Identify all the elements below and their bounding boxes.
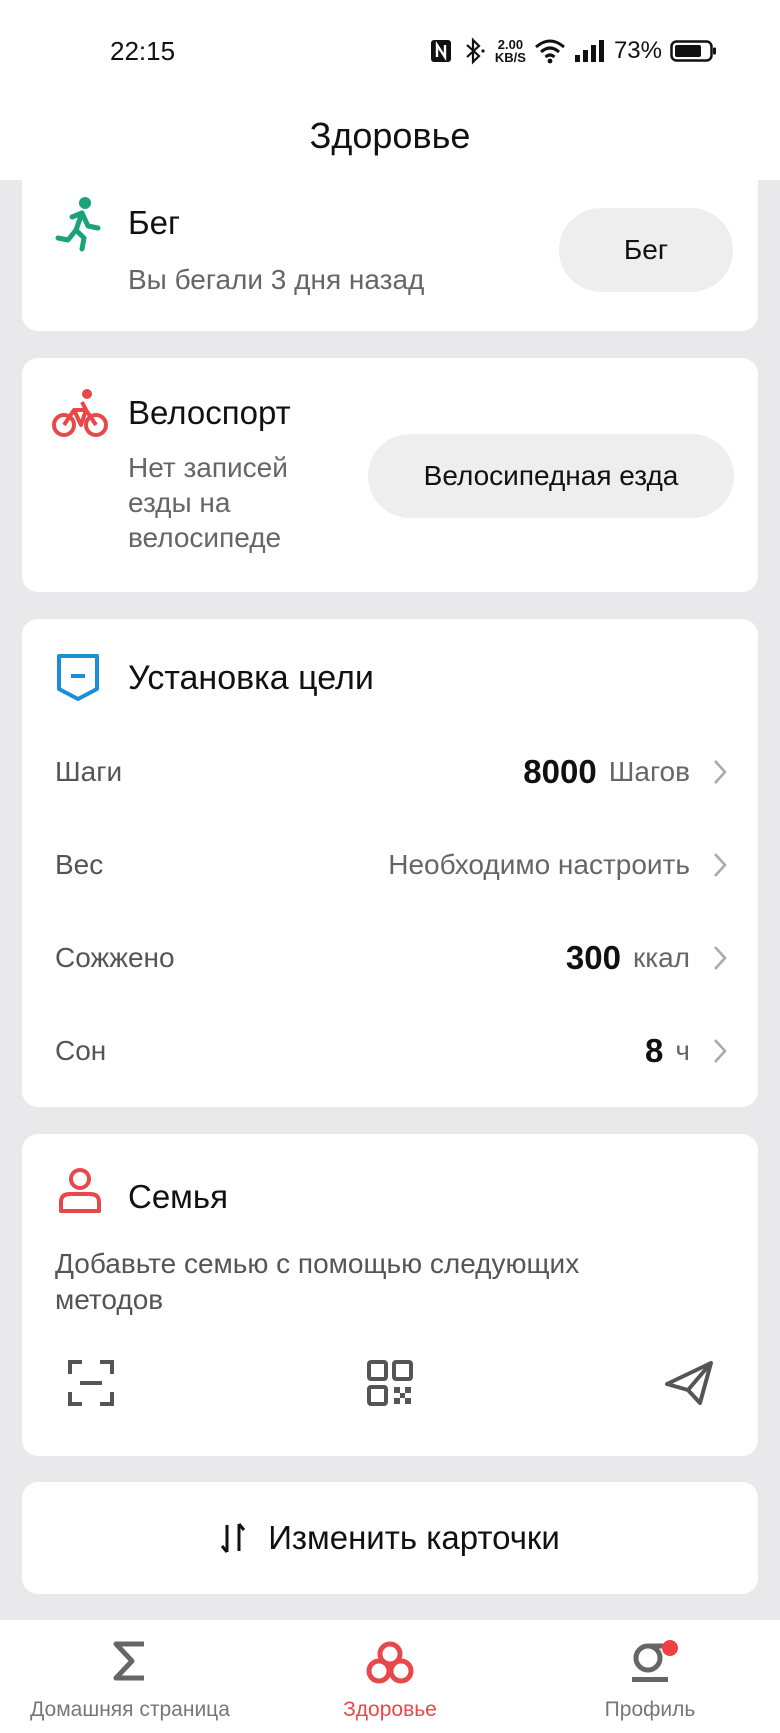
bottom-nav: Домашняя страница Здоровье Профиль: [0, 1620, 780, 1733]
goal-row-calories[interactable]: Сожжено 300 ккал: [22, 923, 758, 993]
nfc-icon: [430, 40, 451, 62]
goal-value-group: Необходимо настроить: [388, 849, 728, 881]
goal-unit: ккал: [632, 942, 690, 973]
goal-value-group: 300 ккал: [566, 939, 728, 977]
net-speed-unit: KB/S: [494, 50, 526, 65]
goal-flag-icon: [57, 654, 99, 701]
page-title: Здоровье: [309, 115, 471, 156]
nav-item-profile[interactable]: Профиль: [520, 1620, 780, 1733]
goal-value: 8: [645, 1032, 664, 1069]
running-card[interactable]: Бег Вы бегали 3 дня назад Бег: [22, 160, 758, 331]
goal-row-steps[interactable]: Шаги 8000 Шагов: [22, 737, 758, 807]
running-person-icon: [55, 197, 101, 252]
chevron-right-icon: [714, 1039, 727, 1063]
sort-arrows-icon: [221, 1523, 246, 1553]
goal-title: Установка цели: [128, 659, 374, 697]
chevron-right-icon: [714, 853, 727, 877]
status-icons: 2.00 KB/S 73%: [429, 34, 718, 68]
goal-row-weight[interactable]: Вес Необходимо настроить: [22, 830, 758, 900]
status-bar: 22:15 2.00 KB/S 73%: [0, 0, 780, 92]
sigma-icon: [113, 1641, 144, 1681]
goal-label: Сон: [55, 1035, 107, 1066]
goal-label: Вес: [55, 849, 104, 880]
cycling-subtitle: Нет записей езды на велосипеде: [128, 452, 288, 553]
edit-cards-button[interactable]: Изменить карточки: [22, 1482, 758, 1594]
profile-icon-wrap: [628, 1640, 678, 1684]
nav-label: Домашняя страница: [30, 1698, 230, 1721]
nav-label: Профиль: [604, 1698, 696, 1721]
health-icon: [366, 1641, 414, 1684]
start-cycling-button[interactable]: Велосипедная езда: [368, 434, 734, 518]
status-time: 22:15: [110, 36, 176, 66]
goal-label: Сожжено: [55, 942, 175, 973]
goal-value: 300: [565, 939, 621, 976]
nav-item-health[interactable]: Здоровье: [260, 1620, 520, 1733]
cyclist-icon: [52, 389, 108, 437]
running-title: Бег: [128, 204, 181, 241]
goal-row-sleep[interactable]: Сон 8 ч: [22, 1016, 758, 1086]
qr-code-icon[interactable]: [367, 1360, 413, 1406]
send-icon[interactable]: [664, 1360, 714, 1406]
family-description: Добавьте семью с помощью следующих метод…: [55, 1248, 580, 1315]
nav-label: Здоровье: [343, 1698, 437, 1721]
family-card: Семья Добавьте семью с помощью следующих…: [22, 1134, 758, 1456]
goal-label: Шаги: [55, 756, 123, 787]
person-icon: [59, 1168, 101, 1213]
goal-value-group: 8000 Шагов: [523, 753, 728, 791]
start-running-button[interactable]: Бег: [559, 208, 733, 292]
goal-unit: ч: [675, 1035, 690, 1066]
chevron-right-icon: [714, 760, 727, 784]
net-speed: 2.00 KB/S: [495, 38, 526, 64]
wifi-icon: [534, 39, 565, 64]
goal-value: 8000: [523, 753, 597, 790]
family-title: Семья: [128, 1178, 228, 1215]
goal-unit: Шагов: [608, 756, 690, 787]
edit-cards-label: Изменить карточки: [268, 1519, 560, 1556]
goal-value-group: 8 ч: [645, 1032, 728, 1070]
goal-card: Установка цели Шаги 8000 Шагов Вес Необх…: [22, 619, 758, 1107]
notification-badge: [662, 1640, 678, 1656]
nav-item-home[interactable]: Домашняя страница: [0, 1620, 260, 1733]
cycling-card[interactable]: Велоспорт Нет записей езды на велосипеде…: [22, 358, 758, 592]
bluetooth-icon: [466, 37, 485, 65]
signal-icon: [574, 40, 604, 62]
scan-icon[interactable]: [68, 1360, 114, 1406]
goal-unit: Необходимо настроить: [388, 849, 690, 880]
battery-icon: [670, 40, 716, 62]
cycling-title: Велоспорт: [128, 394, 291, 431]
running-subtitle: Вы бегали 3 дня назад: [128, 264, 425, 295]
chevron-right-icon: [714, 946, 727, 970]
battery-percent: 73%: [613, 37, 662, 64]
